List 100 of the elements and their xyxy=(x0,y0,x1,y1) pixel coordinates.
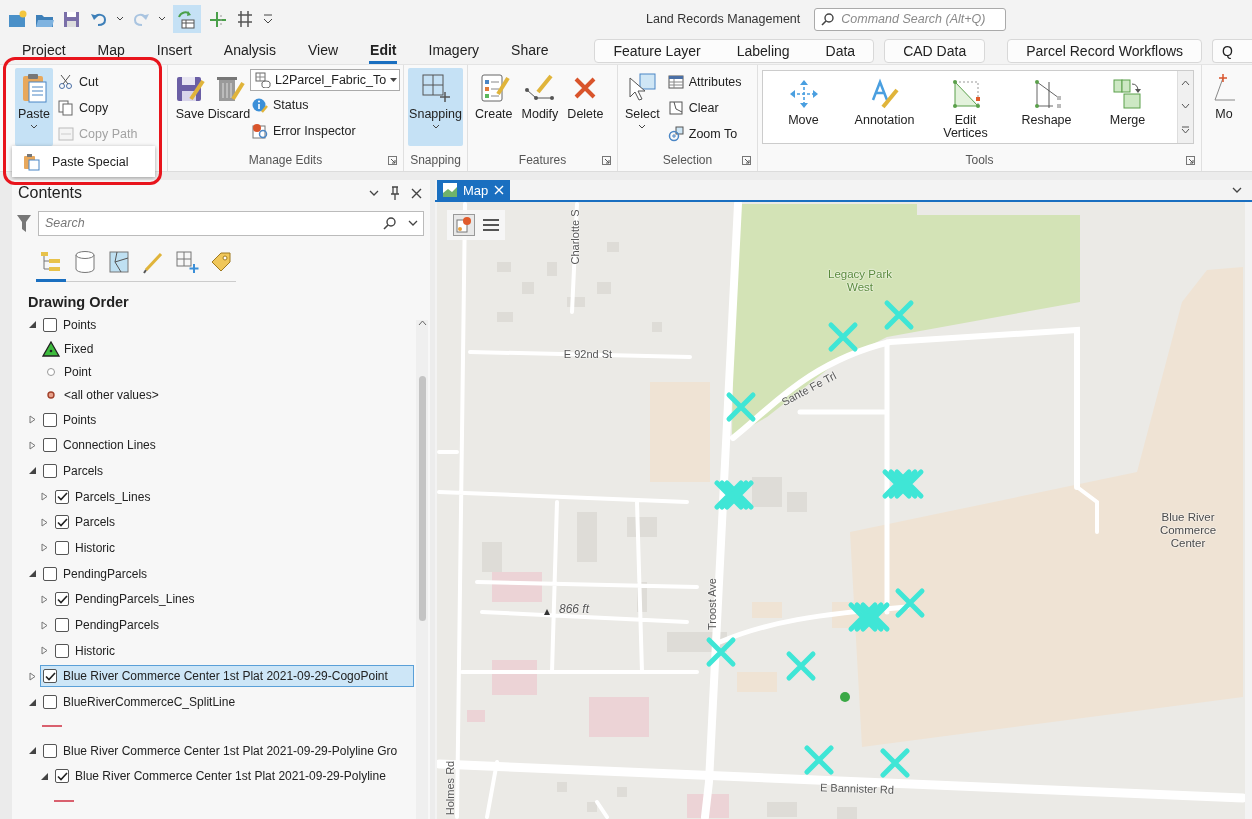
tool-button[interactable]: Edit Vertices xyxy=(925,71,1006,143)
command-button[interactable]: Error Inspector xyxy=(250,118,400,143)
select-button[interactable]: Select xyxy=(622,68,663,146)
command-button[interactable]: Zoom To xyxy=(665,121,744,146)
collapse-arrow-icon[interactable] xyxy=(28,320,37,330)
tab-list-caret-icon[interactable] xyxy=(1232,186,1242,194)
dialog-launcher-icon[interactable] xyxy=(742,156,751,165)
close-icon[interactable] xyxy=(411,187,422,199)
ribbon-tab[interactable]: CAD Data xyxy=(885,43,985,59)
ribbon-tab[interactable]: Analysis xyxy=(207,42,292,64)
tool-button[interactable]: Merge xyxy=(1087,71,1168,143)
tool-button[interactable]: Annotation xyxy=(844,71,925,143)
checkbox[interactable] xyxy=(55,618,69,633)
tool-button[interactable]: Reshape xyxy=(1006,71,1087,143)
expand-arrow-icon[interactable] xyxy=(28,415,37,425)
layer-item[interactable]: PendingParcels_Lines xyxy=(52,588,414,611)
expand-arrow-icon[interactable] xyxy=(28,671,37,681)
ribbon-tab[interactable]: View xyxy=(291,42,355,64)
layer-item[interactable]: Points xyxy=(40,408,414,431)
paste-button[interactable]: Paste xyxy=(15,68,53,146)
ribbon-tab[interactable]: Share xyxy=(495,42,565,64)
snap-line-icon[interactable] xyxy=(208,9,228,29)
expand-arrow-icon[interactable] xyxy=(40,492,49,502)
ribbon-tab[interactable]: Imagery xyxy=(412,42,496,64)
collapse-arrow-icon[interactable] xyxy=(28,569,37,579)
ribbon-tab[interactable]: Feature Layer xyxy=(595,43,719,59)
checkbox[interactable] xyxy=(43,317,57,332)
menu-icon[interactable] xyxy=(483,218,499,232)
scroll-up-icon[interactable] xyxy=(1181,79,1190,86)
expand-arrow-icon[interactable] xyxy=(40,620,49,630)
checkbox[interactable] xyxy=(43,463,57,478)
modify-button[interactable]: Modify xyxy=(518,68,562,146)
dialog-launcher-icon[interactable] xyxy=(602,156,611,165)
expand-arrow-icon[interactable] xyxy=(28,440,37,450)
checkbox[interactable] xyxy=(43,669,57,684)
expand-arrow-icon[interactable] xyxy=(40,646,49,656)
layer-item[interactable]: PendingParcels xyxy=(40,562,414,585)
layer-item[interactable]: Points xyxy=(40,313,414,336)
delete-button[interactable]: Delete xyxy=(564,68,607,146)
checkbox[interactable] xyxy=(55,540,69,555)
table-arrow-icon[interactable] xyxy=(176,8,198,30)
checkbox[interactable] xyxy=(55,515,69,530)
scrollbar-thumb[interactable] xyxy=(418,376,426,621)
map-navigator-icon[interactable] xyxy=(455,216,473,234)
ribbon-tab[interactable]: Insert xyxy=(140,42,208,64)
menu-item[interactable]: Paste Special xyxy=(12,147,139,176)
checkbox[interactable] xyxy=(43,566,57,581)
ribbon-tab[interactable]: Q xyxy=(1213,43,1233,59)
edit-tool-button[interactable]: Mo xyxy=(1206,68,1242,146)
command-button[interactable]: Status xyxy=(250,92,400,117)
undo-menu-caret-icon[interactable] xyxy=(116,16,124,22)
expand-arrow-icon[interactable] xyxy=(40,517,49,527)
command-search-field[interactable]: Command Search (Alt+Q) xyxy=(814,7,1007,31)
search-field[interactable]: Search xyxy=(38,210,424,236)
command-button[interactable]: Attributes xyxy=(665,69,744,94)
filter-icon[interactable] xyxy=(16,213,32,233)
options-caret-icon[interactable] xyxy=(369,189,379,197)
layer-item[interactable]: Parcels xyxy=(40,459,414,482)
collapse-arrow-icon[interactable] xyxy=(28,746,37,756)
checkbox[interactable] xyxy=(55,592,69,607)
save-button[interactable]: Save xyxy=(172,68,208,146)
layer-item[interactable]: Blue River Commerce Center 1st Plat 2021-09-29-Polyline xyxy=(52,765,414,788)
command-button[interactable]: Copy xyxy=(56,95,140,120)
collapse-arrow-icon[interactable] xyxy=(40,771,49,781)
snapping-button[interactable]: Snapping xyxy=(408,68,463,146)
ribbon-tab[interactable]: Data xyxy=(807,43,874,59)
dropdown-caret-icon[interactable] xyxy=(408,219,418,227)
layer-item[interactable]: Historic xyxy=(52,639,414,662)
collapse-arrow-icon[interactable] xyxy=(28,466,37,476)
ribbon-tab[interactable]: Map xyxy=(81,42,141,64)
expand-arrow-icon[interactable] xyxy=(40,594,49,604)
checkbox[interactable] xyxy=(43,412,57,427)
fabric-dropdown[interactable]: L2Parcel_Fabric_To xyxy=(250,69,400,91)
layer-item[interactable]: Blue River Commerce Center 1st Plat 2021-09-29-Polyline Gro xyxy=(40,739,414,762)
layer-item[interactable]: BlueRiverCommerceC_SplitLine xyxy=(40,691,414,714)
command-button[interactable]: Clear xyxy=(665,95,744,120)
expand-arrow-icon[interactable] xyxy=(40,543,49,553)
ribbon-tab[interactable]: Labeling xyxy=(718,43,808,59)
layer-item[interactable]: Connection Lines xyxy=(40,434,414,457)
checkbox[interactable] xyxy=(55,769,69,784)
pin-icon[interactable] xyxy=(390,186,400,200)
create-button[interactable]: Create xyxy=(472,68,516,146)
gallery-expand-icon[interactable] xyxy=(1181,126,1190,135)
customize-caret-icon[interactable] xyxy=(262,13,274,25)
checkbox[interactable] xyxy=(43,743,57,758)
command-button[interactable]: Cut xyxy=(56,69,140,94)
new-project-icon[interactable] xyxy=(8,9,28,29)
dialog-launcher-icon[interactable] xyxy=(388,156,397,165)
save-icon[interactable] xyxy=(62,9,82,29)
layer-item[interactable]: Blue River Commerce Center 1st Plat 2021-09-29-CogoPoint xyxy=(40,665,414,688)
layer-item[interactable]: PendingParcels xyxy=(52,614,414,637)
checkbox[interactable] xyxy=(55,643,69,658)
vertex-grid-icon[interactable] xyxy=(235,9,255,29)
dialog-launcher-icon[interactable] xyxy=(1186,156,1195,165)
ribbon-tab[interactable]: Parcel Record Workflows xyxy=(1008,43,1202,59)
layer-item[interactable]: Parcels_Lines xyxy=(52,485,414,508)
layer-item[interactable]: Parcels xyxy=(52,511,414,534)
ribbon-tab[interactable]: Project xyxy=(6,42,82,64)
scroll-up-icon[interactable] xyxy=(417,320,427,326)
redo-menu-caret-icon[interactable] xyxy=(158,16,166,22)
